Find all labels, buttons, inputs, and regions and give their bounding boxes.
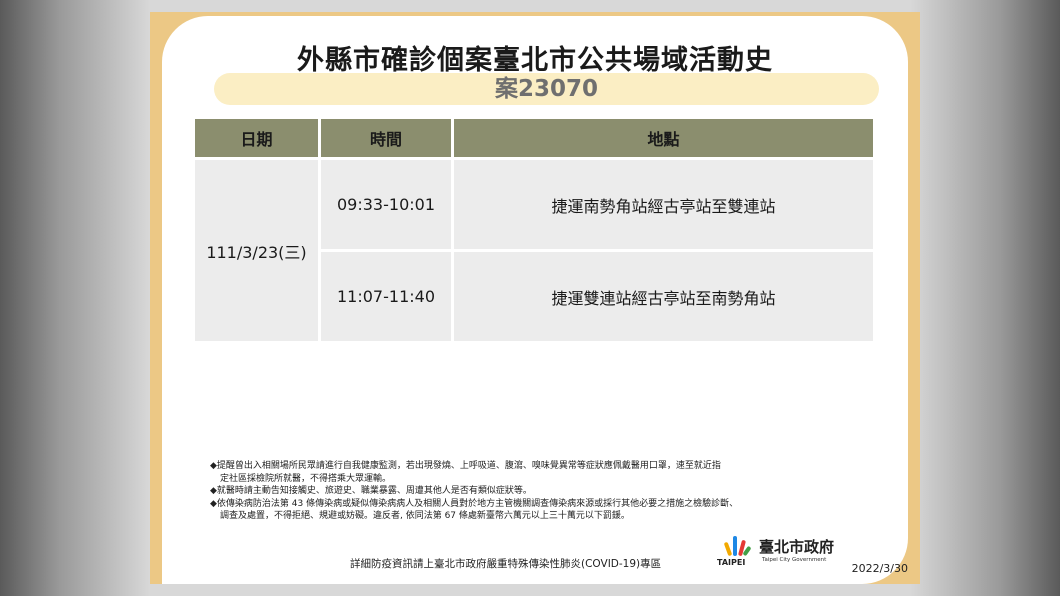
taipei-city-logo: TAIPEI 臺北市政府 Taipei City Government <box>717 534 857 570</box>
logo-zh-text: 臺北市政府 <box>759 538 835 556</box>
activity-table: 日期 時間 地點 111/3/23(三) 09:33-10:01 捷運南勢角站經… <box>192 116 876 344</box>
header-time: 時間 <box>321 119 451 157</box>
notice-notes: ◆提醒曾出入相關場所民眾請進行自我健康監測，若出現發燒、上呼吸道、腹瀉、嗅味覺異… <box>210 460 890 523</box>
footer-info: 詳細防疫資訊請上臺北市政府嚴重特殊傳染性肺炎(COVID-19)專區 <box>350 558 662 570</box>
table-header-row: 日期 時間 地點 <box>195 119 873 157</box>
case-number-badge: 案23070 <box>214 73 879 105</box>
notice-card: 外縣市確診個案臺北市公共場域活動史 案23070 日期 時間 地點 111/3/… <box>162 16 908 584</box>
note-line: ◆依傳染病防治法第 43 條傳染病或疑似傳染病病人及相關人員對於地方主管機關調查… <box>210 498 739 509</box>
note-line: 定社區採檢院所就醫，不得搭乘大眾運輸。 <box>220 473 392 484</box>
logo-taipei-text: TAIPEI <box>717 558 746 567</box>
header-date: 日期 <box>195 119 318 157</box>
note-line: 調查及處置，不得拒絕、規避或妨礙。違反者, 依同法第 67 條處新臺幣六萬元以上… <box>220 511 630 521</box>
header-location: 地點 <box>454 119 873 157</box>
page-title: 外縣市確診個案臺北市公共場域活動史 <box>297 45 773 76</box>
publish-date: 2022/3/30 <box>851 562 908 575</box>
location-cell: 捷運南勢角站經古亭站至雙連站 <box>454 160 873 249</box>
time-cell: 09:33-10:01 <box>321 160 451 249</box>
taipei-logo-icon <box>724 536 751 556</box>
time-cell: 11:07-11:40 <box>321 252 451 341</box>
logo-en-text: Taipei City Government <box>762 557 827 563</box>
note-line: ◆提醒曾出入相關場所民眾請進行自我健康監測，若出現發燒、上呼吸道、腹瀉、嗅味覺異… <box>210 461 721 471</box>
notice-frame: 外縣市確診個案臺北市公共場域活動史 案23070 日期 時間 地點 111/3/… <box>150 12 920 584</box>
location-cell: 捷運雙連站經古亭站至南勢角站 <box>454 252 873 341</box>
note-line: ◆就醫時請主動告知接觸史、旅遊史、職業暴露、周遭其他人是否有類似症狀等。 <box>210 486 532 496</box>
date-cell: 111/3/23(三) <box>195 160 318 341</box>
table-row: 111/3/23(三) 09:33-10:01 捷運南勢角站經古亭站至雙連站 <box>195 160 873 341</box>
